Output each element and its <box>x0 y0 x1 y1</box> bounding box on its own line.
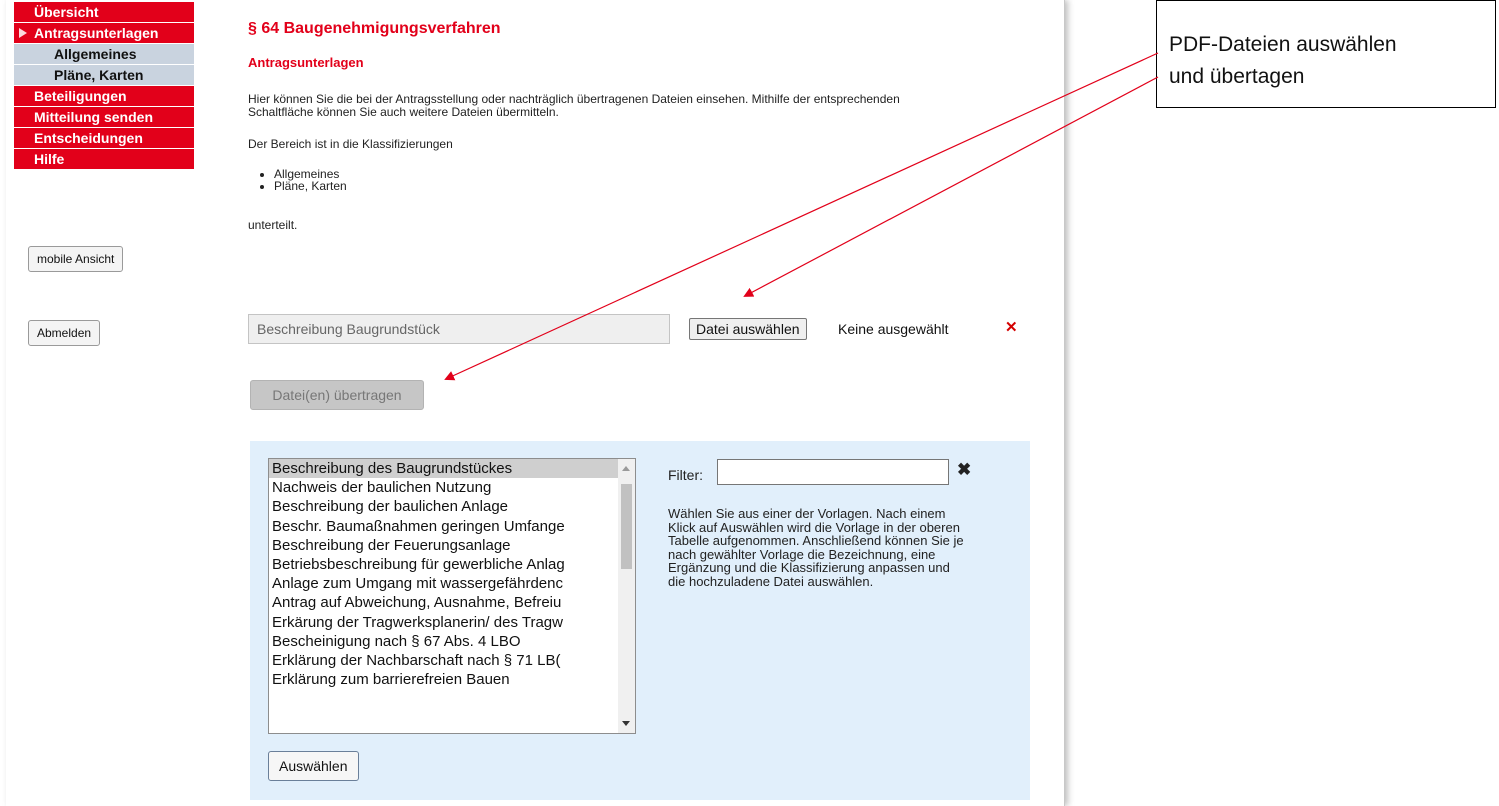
arrow-to-file-button <box>743 76 1159 297</box>
annotation-arrows <box>444 52 1159 381</box>
arrow-to-transfer-button <box>444 52 1159 381</box>
